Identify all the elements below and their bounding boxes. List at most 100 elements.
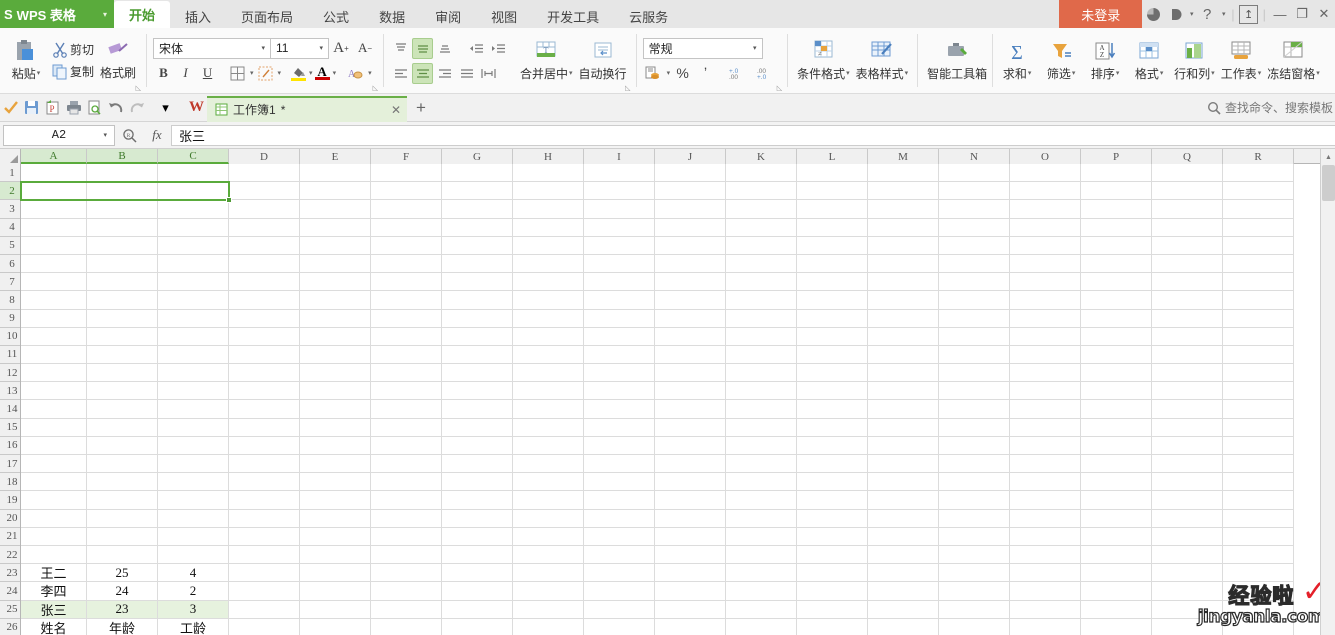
cell-A23[interactable] (21, 218, 87, 237)
cell-R12[interactable] (1223, 418, 1294, 437)
cell-M14[interactable] (868, 382, 939, 401)
cell-Q19[interactable] (1152, 291, 1223, 310)
cell-M24[interactable] (868, 200, 939, 219)
cell-P19[interactable] (1081, 291, 1152, 310)
cell-I26[interactable] (584, 164, 655, 183)
cell-L26[interactable] (797, 164, 868, 183)
cell-H4[interactable] (513, 564, 584, 583)
cell-B22[interactable] (87, 236, 158, 255)
login-button[interactable]: 未登录 (1059, 0, 1143, 28)
cell-E22[interactable] (300, 236, 371, 255)
save-as-icon[interactable]: P (42, 97, 63, 119)
cell-B13[interactable] (87, 400, 158, 419)
cell-O23[interactable] (1010, 218, 1081, 237)
cell-L7[interactable] (797, 509, 868, 528)
cell-R7[interactable] (1223, 509, 1294, 528)
cell-N8[interactable] (939, 491, 1010, 510)
cell-K13[interactable] (726, 400, 797, 419)
cell-Q22[interactable] (1152, 236, 1223, 255)
currency-caret-icon[interactable]: ▾ (667, 69, 671, 77)
cell-A15[interactable] (21, 364, 87, 383)
cell-O2[interactable] (1010, 600, 1081, 619)
scrollbar-thumb[interactable] (1322, 165, 1335, 201)
column-header-m[interactable]: M (868, 149, 939, 164)
column-header-n[interactable]: N (939, 149, 1010, 164)
cell-M21[interactable] (868, 254, 939, 274)
cell-M17[interactable] (868, 327, 939, 346)
format-painter-button[interactable]: 格式刷 (96, 28, 140, 93)
cell-A7[interactable] (21, 509, 87, 528)
cell-K10[interactable] (726, 455, 797, 474)
cell-I8[interactable] (584, 491, 655, 510)
cell-D2[interactable] (229, 600, 300, 619)
draw-border-caret-icon[interactable]: ▾ (278, 69, 282, 77)
cell-A16[interactable] (21, 345, 87, 365)
cell-P6[interactable] (1081, 527, 1152, 546)
close-button[interactable]: ✕ (1313, 0, 1335, 28)
cell-K4[interactable] (726, 564, 797, 583)
cell-E16[interactable] (300, 345, 371, 365)
cell-R8[interactable] (1223, 491, 1294, 510)
cell-M9[interactable] (868, 473, 939, 492)
cell-C4[interactable]: 4 (158, 564, 229, 583)
cell-G20[interactable] (442, 273, 513, 292)
cell-Q10[interactable] (1152, 455, 1223, 474)
cell-R22[interactable] (1223, 236, 1294, 255)
cell-F19[interactable] (371, 291, 442, 310)
cell-F14[interactable] (371, 382, 442, 401)
cell-F13[interactable] (371, 400, 442, 419)
row-header-21[interactable]: 21 (0, 528, 20, 546)
cell-O17[interactable] (1010, 327, 1081, 346)
cell-E10[interactable] (300, 455, 371, 474)
cell-J26[interactable] (655, 164, 726, 183)
cell-G6[interactable] (442, 527, 513, 546)
cell-P10[interactable] (1081, 455, 1152, 474)
cell-E13[interactable] (300, 400, 371, 419)
cell-J17[interactable] (655, 327, 726, 346)
cell-H7[interactable] (513, 509, 584, 528)
cell-R5[interactable] (1223, 545, 1294, 565)
cell-H15[interactable] (513, 364, 584, 383)
tab-cloud[interactable]: 云服务 (614, 4, 683, 28)
cell-K21[interactable] (726, 254, 797, 274)
cell-N19[interactable] (939, 291, 1010, 310)
cell-F22[interactable] (371, 236, 442, 255)
cell-C25[interactable] (158, 182, 229, 201)
smart-toolbox-button[interactable]: 智能工具箱 (924, 28, 990, 93)
cell-K22[interactable] (726, 236, 797, 255)
tab-dev-tools[interactable]: 开发工具 (532, 4, 614, 28)
cell-B23[interactable] (87, 218, 158, 237)
cell-E23[interactable] (300, 218, 371, 237)
cell-A14[interactable] (21, 382, 87, 401)
cell-Q21[interactable] (1152, 254, 1223, 274)
cell-D16[interactable] (229, 345, 300, 365)
cell-E20[interactable] (300, 273, 371, 292)
cell-E6[interactable] (300, 527, 371, 546)
close-workbook-icon[interactable]: ✕ (361, 103, 401, 117)
cell-I25[interactable] (584, 182, 655, 201)
cell-R25[interactable] (1223, 182, 1294, 201)
row-header-15[interactable]: 15 (0, 419, 20, 437)
cell-D12[interactable] (229, 418, 300, 437)
cell-D26[interactable] (229, 164, 300, 183)
scroll-up-icon[interactable]: ▲ (1321, 149, 1335, 165)
cell-P24[interactable] (1081, 200, 1152, 219)
row-header-6[interactable]: 6 (0, 255, 20, 274)
cell-C10[interactable] (158, 455, 229, 474)
cell-L2[interactable] (797, 600, 868, 619)
cell-N14[interactable] (939, 382, 1010, 401)
cell-D21[interactable] (229, 254, 300, 274)
name-box[interactable]: A2 ▾ (3, 124, 115, 146)
cell-E4[interactable] (300, 564, 371, 583)
cell-G18[interactable] (442, 309, 513, 328)
cell-R23[interactable] (1223, 218, 1294, 237)
cell-format-button[interactable]: 格式 ▾ (1127, 28, 1171, 93)
cell-N10[interactable] (939, 455, 1010, 474)
cell-A13[interactable] (21, 400, 87, 419)
comma-format-button[interactable]: ʼ (695, 63, 716, 84)
fill-color-caret-icon[interactable]: ▾ (309, 69, 313, 77)
cell-area[interactable]: 王二 25 4 李四 24 2 张三 23 3 姓名 年龄 工龄 (20, 164, 1320, 635)
cell-R24[interactable] (1223, 200, 1294, 219)
decrease-font-size-button[interactable]: A − (353, 38, 377, 59)
cell-K14[interactable] (726, 382, 797, 401)
